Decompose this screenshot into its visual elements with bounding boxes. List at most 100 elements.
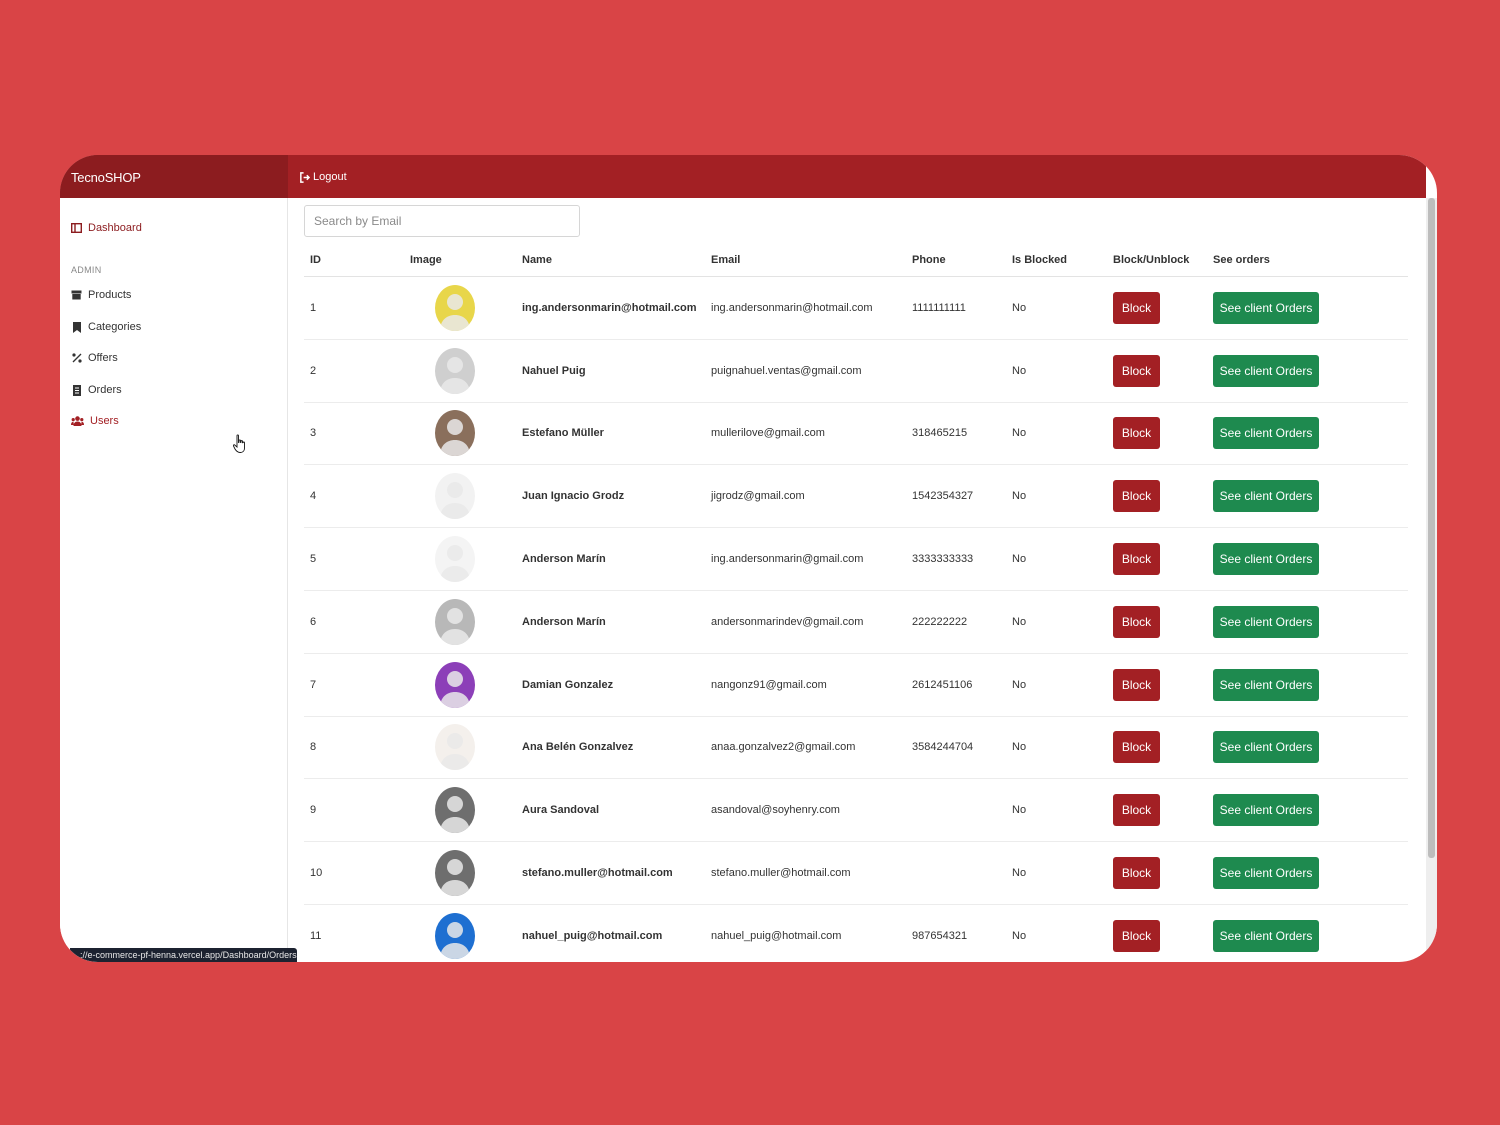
table-body: 1 ing.andersonmarin@hotmail.com ing.anders… [304, 277, 1408, 962]
user-id: 1 [310, 301, 317, 314]
column-header-id: ID [310, 254, 321, 266]
sidebar-item-label: Dashboard [88, 222, 142, 234]
users-table: ID Image Name Email Phone Is Blocked Blo… [304, 245, 1408, 962]
user-is-blocked: No [1012, 867, 1027, 880]
user-avatar [435, 850, 475, 897]
brand-logo-text[interactable]: TecnoSHOP [71, 170, 141, 185]
block-button[interactable]: Block [1113, 417, 1160, 450]
sidebar-item-orders[interactable]: Orders [71, 384, 122, 396]
percent-icon [71, 353, 82, 364]
user-name: Aura Sandoval [522, 804, 600, 817]
user-avatar [435, 661, 475, 708]
user-avatar [435, 912, 475, 959]
user-phone: 2612451106 [912, 678, 973, 691]
column-header-name: Name [522, 254, 552, 266]
user-avatar [435, 598, 475, 645]
sidebar-item-users[interactable]: Users [71, 415, 119, 427]
table-row: 9 Aura Sandoval asandoval@soyhenry.com No Bl… [304, 779, 1408, 843]
sidebar: Dashboard ADMIN Products Categories Offe… [60, 198, 288, 962]
block-button[interactable]: Block [1113, 291, 1160, 324]
block-button[interactable]: Block [1113, 605, 1160, 638]
see-client-orders-button[interactable]: See client Orders [1213, 291, 1319, 324]
table-row: 8 Ana Belén Gonzalvez anaa.gonzalvez2@gmai… [304, 717, 1408, 780]
user-id: 6 [310, 615, 317, 628]
block-button[interactable]: Block [1113, 543, 1160, 576]
sidebar-item-dashboard[interactable]: Dashboard [71, 222, 142, 234]
user-name: Anderson Marín [522, 615, 606, 628]
block-button[interactable]: Block [1113, 480, 1160, 513]
see-client-orders-button[interactable]: See client Orders [1213, 919, 1319, 952]
column-header-phone: Phone [912, 254, 946, 266]
table-row: 1 ing.andersonmarin@hotmail.com ing.anders… [304, 277, 1408, 340]
column-header-see-orders: See orders [1213, 254, 1270, 266]
user-email: mullerilove@gmail.com [711, 427, 825, 440]
see-client-orders-button[interactable]: See client Orders [1213, 480, 1319, 513]
see-client-orders-button[interactable]: See client Orders [1213, 794, 1319, 827]
scrollbar-thumb[interactable] [1428, 198, 1435, 858]
see-client-orders-button[interactable]: See client Orders [1213, 605, 1319, 638]
logout-label: Logout [313, 171, 347, 183]
user-is-blocked: No [1012, 615, 1027, 628]
block-button[interactable]: Block [1113, 919, 1160, 952]
sidebar-item-products[interactable]: Products [71, 289, 131, 301]
column-header-is-blocked: Is Blocked [1012, 254, 1068, 266]
receipt-icon [71, 384, 82, 396]
block-button[interactable]: Block [1113, 668, 1160, 701]
user-is-blocked: No [1012, 678, 1027, 691]
user-avatar [435, 284, 475, 331]
block-button[interactable]: Block [1113, 731, 1160, 764]
table-row: 10 stefano.muller@hotmail.com stefano.mull… [304, 842, 1408, 905]
column-header-block-unblock: Block/Unblock [1113, 254, 1190, 266]
user-id: 8 [310, 741, 317, 754]
users-icon [71, 416, 84, 427]
user-name: Juan Ignacio Grodz [522, 490, 625, 503]
user-is-blocked: No [1012, 490, 1027, 503]
user-avatar [435, 410, 475, 457]
table-header: ID Image Name Email Phone Is Blocked Blo… [304, 245, 1408, 277]
user-email: ing.andersonmarin@hotmail.com [711, 301, 873, 314]
user-phone: 3584244704 [912, 741, 974, 754]
table-row: 2 Nahuel Puig puignahuel.ventas@gmail.com N… [304, 340, 1408, 403]
user-id: 2 [310, 364, 317, 377]
user-id: 4 [310, 490, 317, 503]
see-client-orders-button[interactable]: See client Orders [1213, 354, 1319, 387]
table-row: 4 Juan Ignacio Grodz jigrodz@gmail.com 1542… [304, 465, 1408, 529]
column-header-image: Image [410, 254, 442, 266]
status-bar-url: ://e-commerce-pf-henna.vercel.app/Dashbo… [70, 948, 297, 962]
see-client-orders-button[interactable]: See client Orders [1213, 668, 1319, 701]
user-phone: 222222222 [912, 615, 968, 628]
user-email: ing.andersonmarin@gmail.com [711, 553, 864, 566]
browser-frame: TecnoSHOP Logout Dashboard ADMIN Product… [60, 155, 1437, 962]
block-button[interactable]: Block [1113, 354, 1160, 387]
page-scrollbar[interactable] [1426, 198, 1437, 962]
user-avatar [435, 536, 475, 583]
logout-button[interactable]: Logout [299, 171, 347, 183]
user-email: nahuel_puig@hotmail.com [711, 929, 842, 942]
user-is-blocked: No [1012, 301, 1027, 314]
dashboard-icon [71, 223, 82, 234]
see-client-orders-button[interactable]: See client Orders [1213, 543, 1319, 576]
user-is-blocked: No [1012, 929, 1027, 942]
user-id: 7 [310, 678, 317, 691]
sidebar-item-offers[interactable]: Offers [71, 352, 118, 364]
search-input[interactable] [304, 205, 580, 237]
see-client-orders-button[interactable]: See client Orders [1213, 731, 1319, 764]
sidebar-item-categories[interactable]: Categories [71, 321, 141, 333]
sidebar-item-label: Users [90, 415, 119, 427]
see-client-orders-button[interactable]: See client Orders [1213, 857, 1319, 890]
user-phone: 1542354327 [912, 490, 974, 503]
block-button[interactable]: Block [1113, 794, 1160, 827]
table-row: 6 Anderson Marín andersonmarindev@gmail.co… [304, 591, 1408, 654]
see-client-orders-button[interactable]: See client Orders [1213, 417, 1319, 450]
table-row: 7 Damian Gonzalez nangonz91@gmail.com 26124… [304, 654, 1408, 717]
sidebar-item-label: Products [88, 289, 132, 301]
user-phone: 1111111111 [912, 301, 966, 314]
user-avatar [435, 347, 475, 394]
user-is-blocked: No [1012, 364, 1027, 377]
user-id: 10 [310, 867, 323, 880]
block-button[interactable]: Block [1113, 857, 1160, 890]
user-email: andersonmarindev@gmail.com [711, 615, 864, 628]
user-name: Nahuel Puig [522, 364, 586, 377]
user-id: 5 [310, 553, 317, 566]
sidebar-item-label: Orders [88, 384, 122, 396]
